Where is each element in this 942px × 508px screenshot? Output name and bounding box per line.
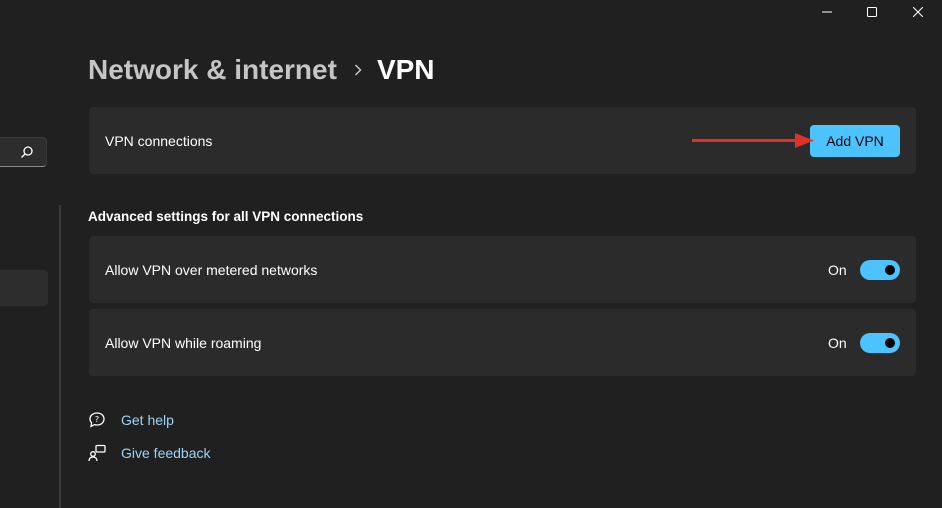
vpn-connections-label: VPN connections [105, 133, 213, 149]
sidebar-divider [59, 205, 61, 508]
svg-text:?: ? [95, 415, 99, 424]
give-feedback-label[interactable]: Give feedback [121, 445, 211, 461]
search-icon[interactable] [20, 145, 34, 159]
setting-label: Allow VPN over metered networks [105, 262, 318, 278]
setting-roaming: Allow VPN while roaming On [89, 309, 916, 376]
help-chat-icon: ? [88, 411, 106, 429]
get-help-label[interactable]: Get help [121, 412, 174, 428]
search-input[interactable] [0, 137, 47, 167]
toggle-state-label: On [828, 262, 847, 278]
toggle-knob [885, 338, 895, 348]
give-feedback-link[interactable]: Give feedback [88, 444, 211, 462]
annotation-arrow-icon [692, 133, 814, 148]
breadcrumb-parent[interactable]: Network & internet [88, 54, 337, 86]
advanced-settings-heading: Advanced settings for all VPN connection… [88, 209, 364, 224]
close-button[interactable] [895, 0, 941, 24]
get-help-link[interactable]: ? Get help [88, 411, 174, 429]
minimize-icon [822, 11, 832, 13]
add-vpn-button[interactable]: Add VPN [810, 125, 900, 157]
close-icon [913, 7, 923, 17]
sidebar-item-selected[interactable] [0, 270, 48, 306]
setting-label: Allow VPN while roaming [105, 335, 262, 351]
maximize-icon [867, 7, 877, 17]
breadcrumb: Network & internet VPN [88, 52, 435, 88]
setting-metered-networks: Allow VPN over metered networks On [89, 236, 916, 303]
feedback-icon [88, 444, 106, 462]
metered-networks-toggle[interactable] [860, 260, 900, 280]
settings-window: Network & internet VPN VPN connections A… [0, 0, 942, 508]
toggle-state-label: On [828, 335, 847, 351]
roaming-toggle[interactable] [860, 333, 900, 353]
minimize-button[interactable] [804, 0, 850, 24]
maximize-button[interactable] [849, 0, 895, 24]
page-title: VPN [376, 54, 435, 85]
toggle-knob [885, 265, 895, 275]
chevron-right-icon [354, 64, 362, 76]
